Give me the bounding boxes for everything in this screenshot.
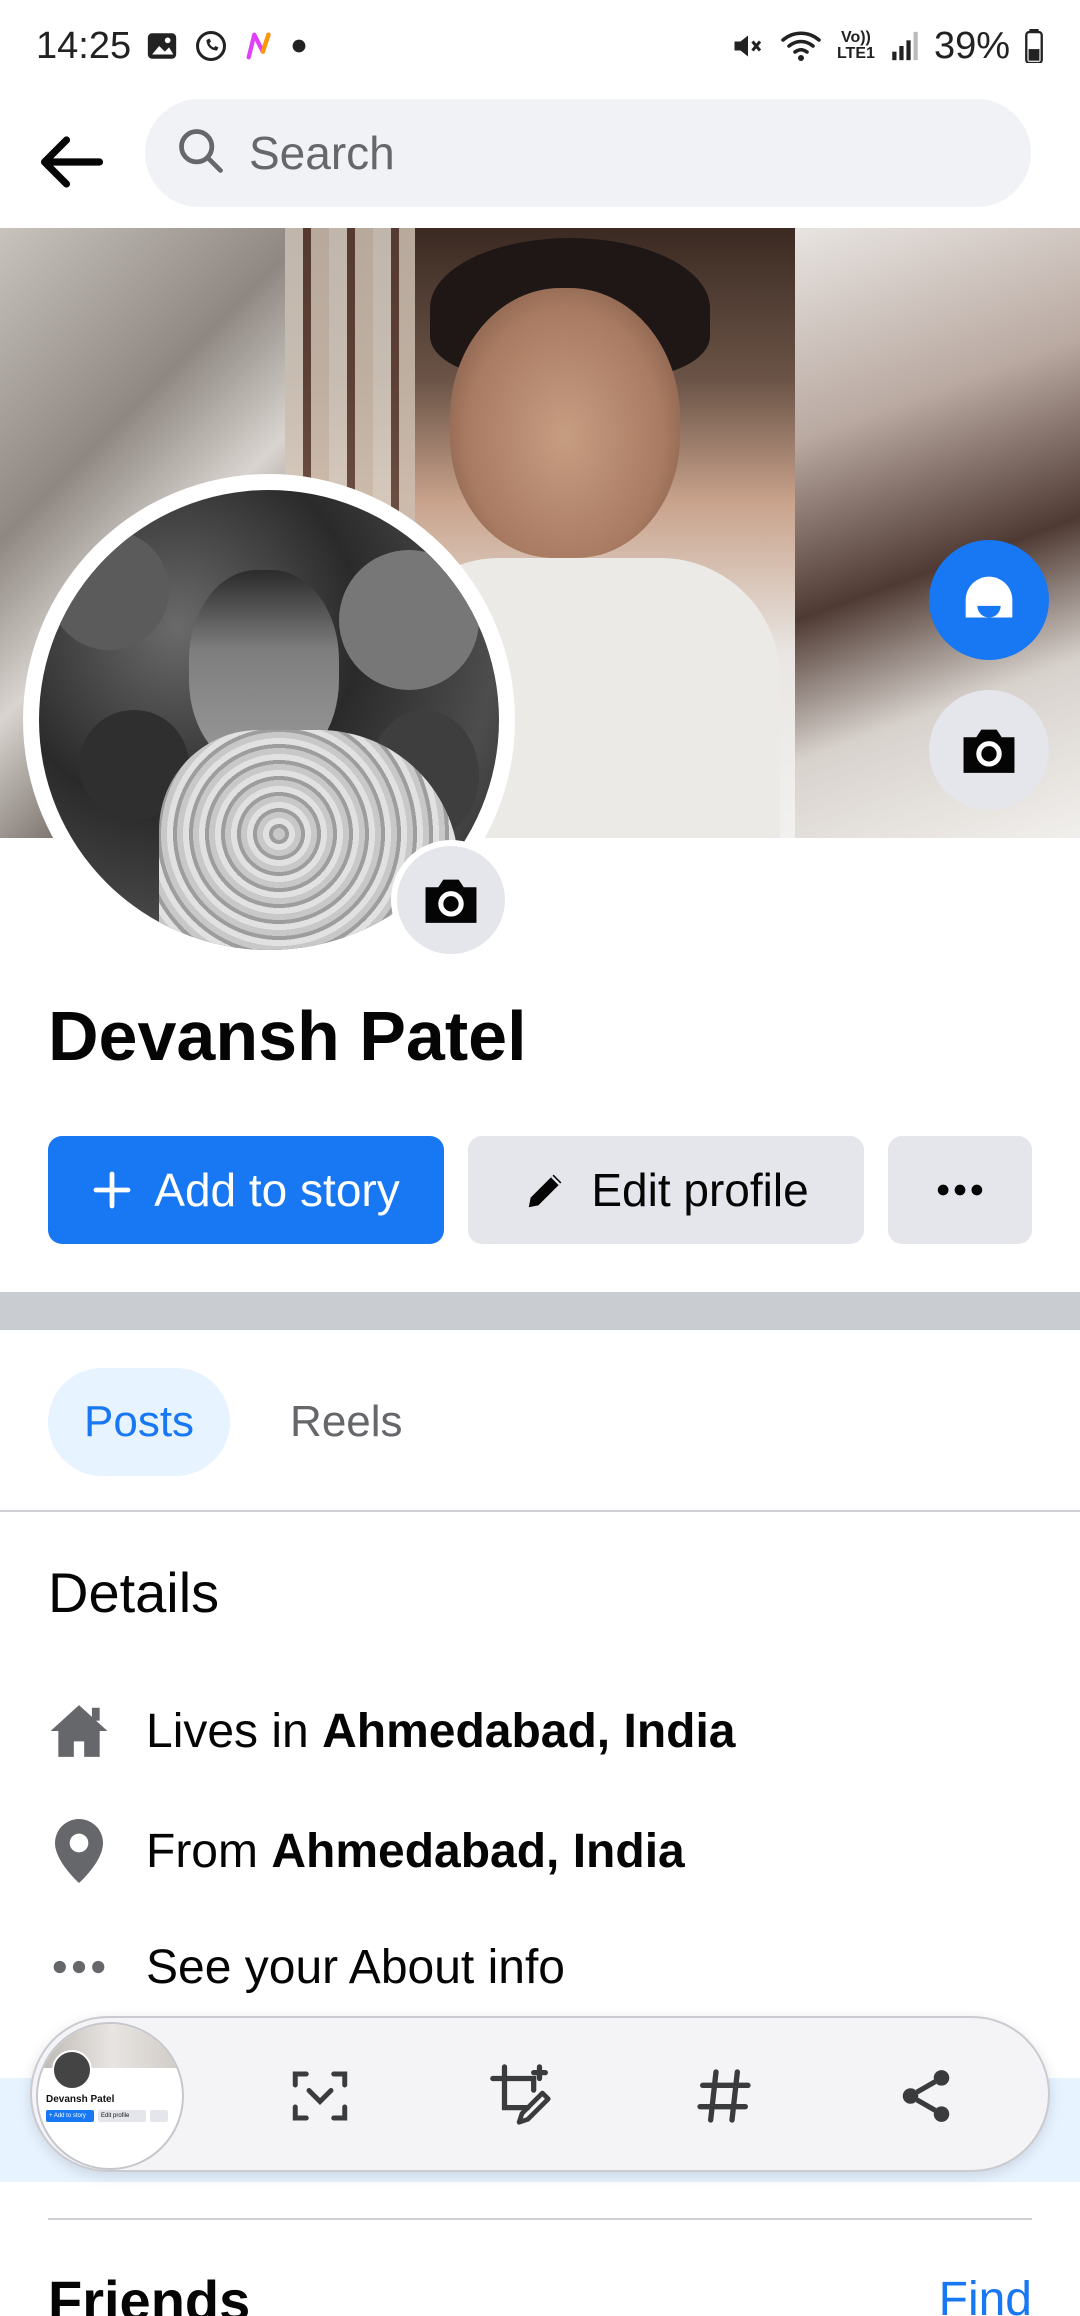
camera-icon [425,879,477,923]
hashtag-icon [697,2069,751,2123]
back-arrow-icon [40,136,104,188]
profile-tabs: Posts Reels [48,1368,439,1476]
thumbnail-more [150,2110,168,2122]
detail-from: From Ahmedabad, India [48,1819,685,1883]
edit-cover-photo-button[interactable] [929,690,1049,810]
avatar-story-button[interactable] [929,540,1049,660]
plus-icon [93,1171,131,1209]
hashtag-button[interactable] [684,2056,764,2136]
camera-icon [963,729,1015,773]
thumbnail-name: Devansh Patel [46,2094,115,2105]
back-button[interactable] [36,126,108,198]
search-input[interactable]: Search [145,99,1031,207]
signal-icon [890,29,920,63]
search-icon [175,125,227,182]
volte-label: Vo)) LTE1 [836,29,875,62]
profile-actions: Add to story Edit profile [48,1136,1032,1244]
crop-edit-icon [490,2064,551,2125]
more-dots-icon [48,1936,110,1998]
scan-text-button[interactable] [280,2056,360,2136]
share-icon [902,2070,950,2122]
home-icon [48,1700,110,1762]
divider-line [48,1290,1032,1292]
battery-percent: 39% [933,24,1010,67]
add-to-story-label: Add to story [154,1164,400,1216]
details-heading: Details [48,1561,220,1624]
section-divider [0,1292,1080,1330]
thumbnail-add-story: + Add to story [46,2110,94,2122]
top-header: Search [0,92,1080,228]
see-about-info-link[interactable]: See your About info [48,1936,565,1998]
thumbnail-edit-profile: Edit profile [98,2110,146,2122]
app-n-icon [243,29,277,63]
friends-divider [48,2218,1032,2220]
avatar-bubble-icon [965,576,1013,618]
lives-in-text: Lives in Ahmedabad, India [146,1704,736,1758]
see-about-info-label: See your About info [146,1940,565,1994]
from-text: From Ahmedabad, India [146,1824,685,1878]
add-to-story-button[interactable]: Add to story [48,1136,444,1244]
wifi-icon [780,28,822,64]
status-time: 14:25 [36,24,132,67]
edit-profile-label: Edit profile [591,1164,809,1216]
screenshot-thumbnail[interactable]: Devansh Patel + Add to story Edit profil… [36,2022,184,2170]
status-bar: 14:25 Vo)) LTE1 39% [0,0,1080,92]
screenshot-toolbar: Devansh Patel + Add to story Edit profil… [30,2016,1050,2172]
find-friends-link[interactable]: Find [939,2272,1032,2316]
search-placeholder: Search [249,127,395,179]
cover-face [450,288,680,558]
share-button[interactable] [886,2056,966,2136]
mute-icon [730,28,766,64]
detail-lives-in: Lives in Ahmedabad, India [48,1700,735,1762]
edit-profile-picture-button[interactable] [391,840,511,960]
location-pin-icon [48,1819,110,1883]
tab-reels[interactable]: Reels [254,1368,439,1476]
edit-profile-button[interactable]: Edit profile [468,1136,864,1244]
pencil-icon [529,1174,562,1208]
crop-edit-button[interactable] [482,2056,562,2136]
tab-posts[interactable]: Posts [48,1368,231,1476]
scan-icon [292,2071,348,2121]
more-dots-icon [937,1184,983,1196]
profile-name: Devansh Patel [48,997,527,1075]
notification-dot-icon [291,38,307,54]
battery-icon [1024,29,1044,63]
friends-heading: Friends [48,2269,251,2316]
whatsapp-icon [193,28,229,64]
tabs-divider [0,1510,1080,1512]
more-options-button[interactable] [888,1136,1032,1244]
gallery-icon [145,29,179,63]
